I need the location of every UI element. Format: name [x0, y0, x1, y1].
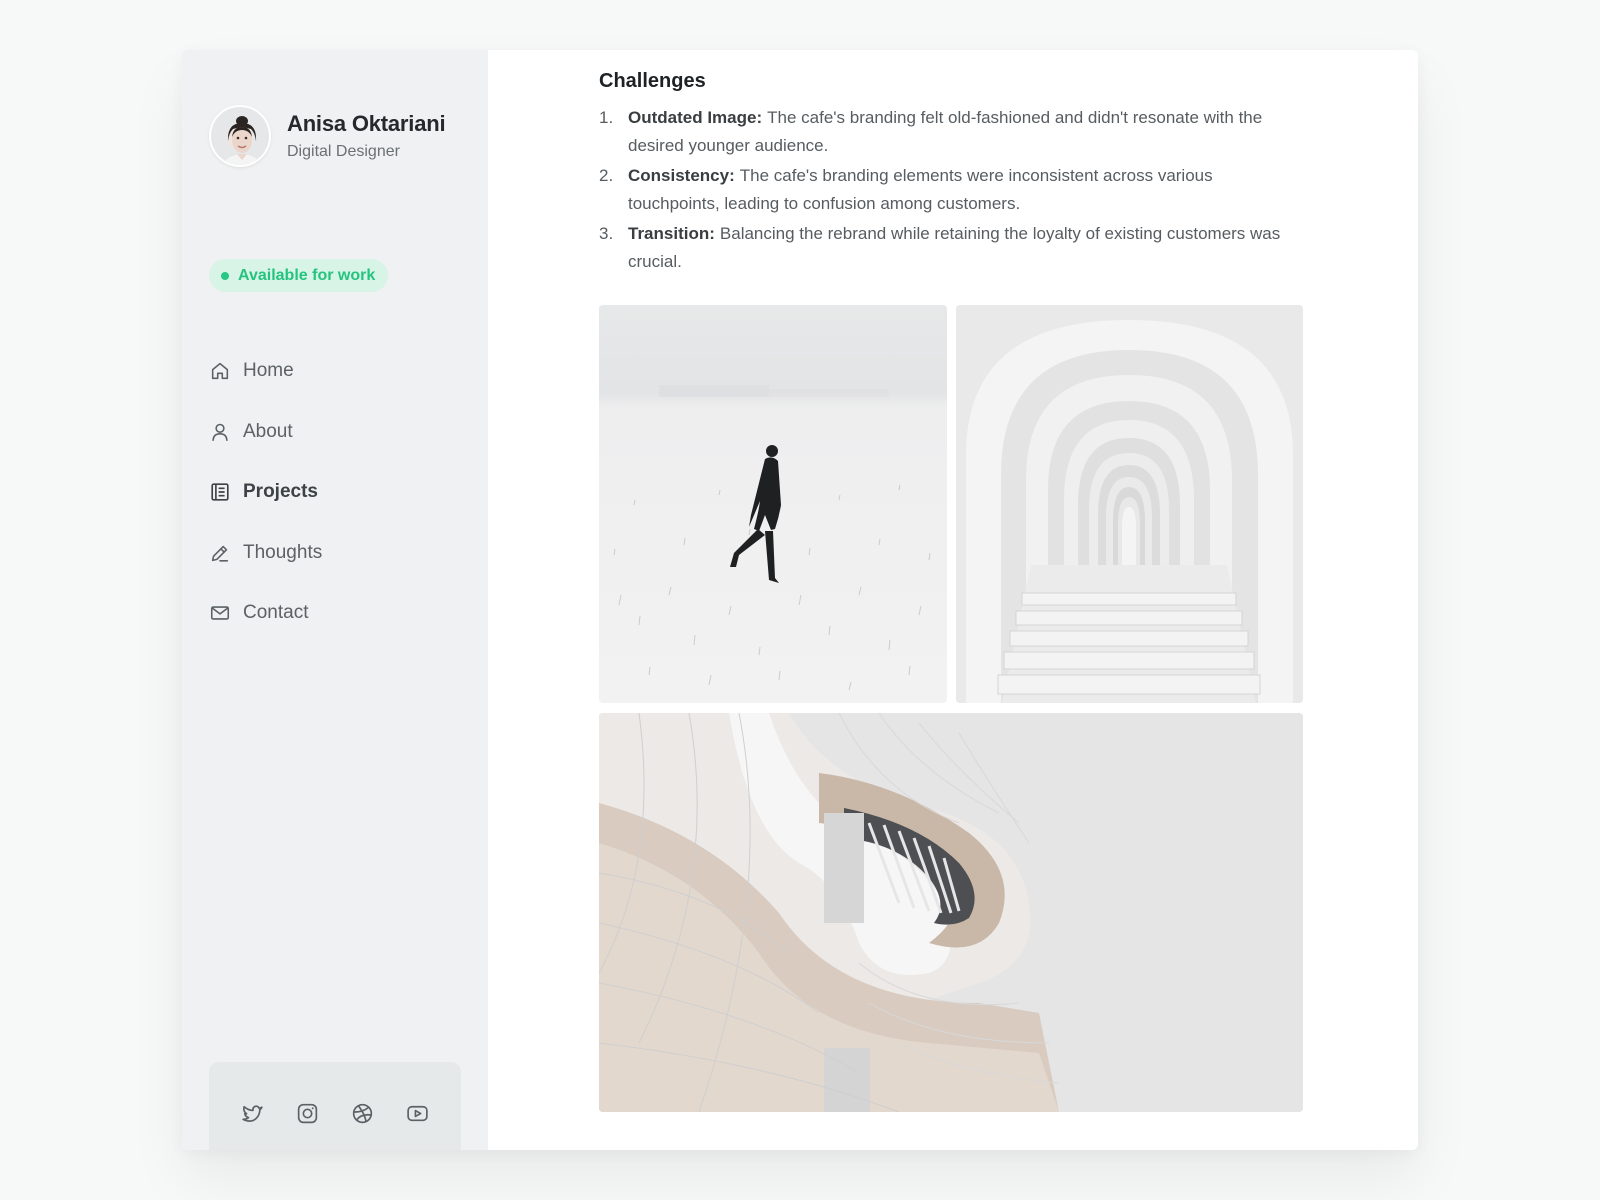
profile-role: Digital Designer: [287, 143, 400, 160]
projects-icon: [209, 481, 231, 503]
twitter-icon[interactable]: [240, 1101, 265, 1126]
list-text-wrap: Consistency: The cafe's branding elements…: [628, 162, 1304, 217]
availability-badge: Available for work: [209, 259, 389, 292]
list-item: 2. Consistency: The cafe's branding eleme…: [599, 162, 1304, 217]
nav-item-about[interactable]: About: [209, 411, 322, 453]
list-lead: Consistency:: [628, 166, 735, 185]
user-icon: [209, 421, 231, 443]
list-lead: Transition:: [628, 224, 715, 243]
nav-label-thoughts: Thoughts: [243, 541, 323, 563]
main-nav: Home About Projects Thoughts Contact: [209, 350, 322, 653]
nav-item-projects[interactable]: Projects: [209, 471, 322, 513]
dribbble-icon[interactable]: [350, 1101, 375, 1126]
nav-label-projects: Projects: [243, 481, 318, 503]
list-text-wrap: Transition: Balancing the rebrand while r…: [628, 220, 1304, 275]
gallery-image-snow-field[interactable]: [599, 305, 947, 703]
profile-name: Anisa Oktariani: [287, 111, 446, 136]
home-icon: [209, 360, 231, 382]
sidebar: Anisa Oktariani Digital Designer Availab…: [182, 50, 488, 1150]
list-item: 1. Outdated Image: The cafe's branding fe…: [599, 104, 1304, 159]
pen-icon: [209, 542, 231, 564]
status-dot: [221, 271, 229, 280]
nav-label-about: About: [243, 420, 293, 442]
nav-label-contact: Contact: [243, 602, 309, 624]
instagram-icon[interactable]: [295, 1101, 320, 1126]
section-title: Challenges: [599, 70, 706, 92]
portfolio-window: Anisa Oktariani Digital Designer Availab…: [182, 50, 1418, 1150]
list-text: Balancing the rebrand while retaining th…: [628, 224, 1281, 271]
avatar[interactable]: [209, 105, 271, 167]
nav-label-home: Home: [243, 360, 294, 381]
list-number: 2.: [599, 166, 614, 185]
challenges-list: 1. Outdated Image: The cafe's branding fe…: [599, 104, 1304, 278]
nav-item-home[interactable]: Home: [209, 350, 322, 392]
nav-item-thoughts[interactable]: Thoughts: [209, 532, 322, 574]
gallery-image-curved-architecture[interactable]: [599, 713, 1303, 1112]
main-content: Challenges 1. Outdated Image: The cafe's …: [488, 50, 1418, 1150]
mail-icon: [209, 602, 231, 624]
profile: Anisa Oktariani Digital Designer: [209, 105, 446, 167]
list-item: 3. Transition: Balancing the rebrand whil…: [599, 220, 1304, 275]
youtube-icon[interactable]: [405, 1101, 430, 1126]
list-number: 1.: [599, 108, 614, 127]
gallery-image-arch-corridor[interactable]: [956, 305, 1303, 703]
nav-item-contact[interactable]: Contact: [209, 592, 322, 634]
availability-label: Available for work: [238, 266, 376, 284]
list-lead: Outdated Image:: [628, 108, 763, 127]
list-number: 3.: [599, 224, 614, 243]
social-links: [209, 1062, 461, 1150]
list-text-wrap: Outdated Image: The cafe's branding felt …: [628, 104, 1304, 159]
